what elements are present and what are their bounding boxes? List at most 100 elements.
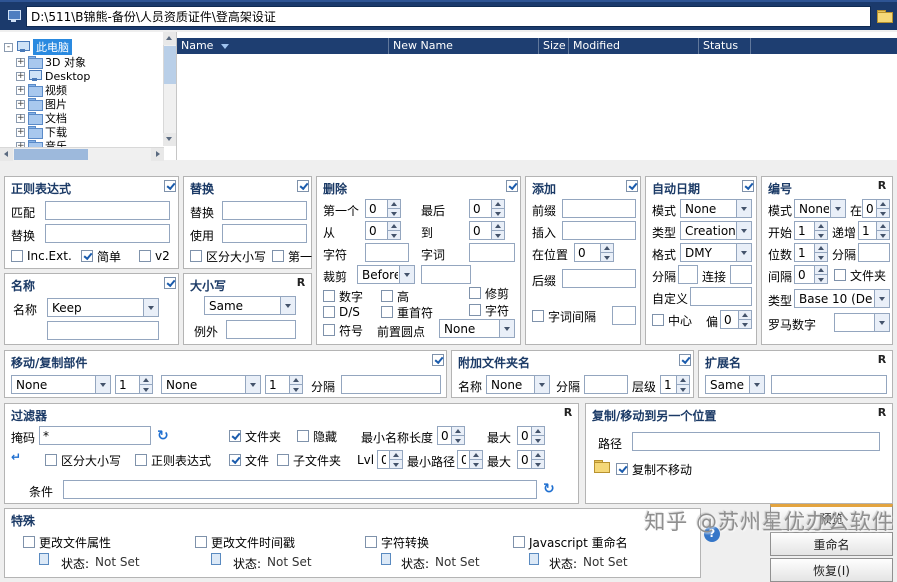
change-attributes-checkbox[interactable] bbox=[23, 536, 35, 548]
extension-fixed-input[interactable] bbox=[771, 375, 887, 394]
column-header-new-name[interactable]: New Name bbox=[389, 38, 539, 54]
spin-up-icon[interactable] bbox=[815, 244, 827, 252]
spinner-input[interactable] bbox=[518, 427, 531, 444]
first-only-option[interactable]: 第一 bbox=[272, 249, 312, 263]
remove-first-spinner[interactable] bbox=[365, 199, 401, 218]
spinner-input[interactable] bbox=[116, 376, 139, 393]
spin-down-icon[interactable] bbox=[815, 274, 827, 283]
date-custom-input[interactable] bbox=[690, 287, 752, 306]
trim-checkbox[interactable] bbox=[469, 287, 481, 299]
append-folder-separator-input[interactable] bbox=[584, 375, 628, 394]
remove-words-input[interactable] bbox=[469, 243, 515, 262]
spinner-input[interactable] bbox=[366, 200, 387, 217]
spin-down-icon[interactable] bbox=[470, 459, 482, 468]
center-checkbox[interactable] bbox=[652, 314, 664, 326]
case-reset-button[interactable]: R bbox=[294, 276, 308, 290]
level-spinner[interactable] bbox=[377, 450, 403, 469]
spin-up-icon[interactable] bbox=[739, 311, 751, 319]
spin-up-icon[interactable] bbox=[388, 200, 400, 208]
sort-arrow-icon[interactable] bbox=[221, 44, 229, 49]
collapse-icon[interactable]: - bbox=[4, 43, 13, 52]
regex-match-input[interactable] bbox=[45, 201, 170, 220]
spin-down-icon[interactable] bbox=[601, 252, 613, 261]
remove-enable-checkbox[interactable] bbox=[297, 180, 309, 192]
javascript-rename-option[interactable]: Javascript 重命名 bbox=[513, 535, 628, 549]
name-fixed-input[interactable] bbox=[47, 321, 159, 340]
tree-item-downloads[interactable]: + 下载 bbox=[16, 125, 67, 139]
date-type-select[interactable]: Creation (Curr bbox=[680, 221, 752, 240]
move-separator-input[interactable] bbox=[341, 375, 441, 394]
expand-icon[interactable]: + bbox=[16, 72, 25, 81]
tree-item-3d-objects[interactable]: + 3D 对象 bbox=[16, 55, 86, 69]
dropdown-arrow-icon[interactable] bbox=[499, 320, 514, 337]
column-header-size[interactable]: Size bbox=[539, 38, 569, 54]
spin-up-icon[interactable] bbox=[390, 451, 402, 459]
spin-down-icon[interactable] bbox=[877, 208, 889, 217]
column-header-modified[interactable]: Modified bbox=[569, 38, 699, 54]
destination-path-input[interactable] bbox=[632, 432, 880, 451]
crop-text-input[interactable] bbox=[421, 265, 471, 284]
start-spinner[interactable] bbox=[794, 221, 828, 240]
remove-to-spinner[interactable] bbox=[469, 221, 505, 240]
max-name-length-spinner[interactable] bbox=[517, 426, 545, 445]
spin-down-icon[interactable] bbox=[739, 319, 751, 328]
spinner-input[interactable] bbox=[470, 222, 491, 239]
spin-up-icon[interactable] bbox=[290, 376, 302, 384]
spin-up-icon[interactable] bbox=[815, 222, 827, 230]
include-extension-checkbox[interactable] bbox=[11, 250, 23, 262]
dropdown-arrow-icon[interactable] bbox=[830, 200, 845, 217]
copy-move-reset-button[interactable]: R bbox=[875, 406, 889, 420]
dropdown-arrow-icon[interactable] bbox=[534, 376, 549, 393]
double-spaces-option[interactable]: D/S bbox=[323, 305, 360, 319]
tree-item-label[interactable]: 此电脑 bbox=[33, 39, 72, 55]
date-separator-input[interactable] bbox=[678, 265, 698, 284]
dropdown-arrow-icon[interactable] bbox=[736, 222, 751, 239]
extension-enable-checkbox[interactable] bbox=[679, 354, 691, 366]
match-case-option[interactable]: 区分大小写 bbox=[190, 249, 266, 263]
path-input[interactable] bbox=[26, 6, 871, 27]
character-translation-checkbox[interactable] bbox=[365, 536, 377, 548]
column-header-status[interactable]: Status bbox=[699, 38, 751, 54]
replace-enable-checkbox[interactable] bbox=[164, 180, 176, 192]
spin-up-icon[interactable] bbox=[877, 200, 889, 208]
suffix-input[interactable] bbox=[562, 269, 636, 288]
expand-icon[interactable]: + bbox=[16, 128, 25, 137]
max-path-length-spinner[interactable] bbox=[517, 450, 545, 469]
filters-reset-button[interactable]: R bbox=[561, 406, 575, 420]
remove-chars-input[interactable] bbox=[365, 243, 409, 262]
spinner-input[interactable] bbox=[470, 200, 491, 217]
spin-down-icon[interactable] bbox=[390, 459, 402, 468]
dropdown-arrow-icon[interactable] bbox=[245, 376, 260, 393]
auto-date-enable-checkbox[interactable] bbox=[626, 180, 638, 192]
simple-checkbox[interactable] bbox=[81, 250, 93, 262]
spin-down-icon[interactable] bbox=[388, 230, 400, 239]
symbols-checkbox[interactable] bbox=[323, 324, 335, 336]
spinner-input[interactable] bbox=[378, 451, 389, 468]
dropdown-arrow-icon[interactable] bbox=[736, 200, 751, 217]
subfolders-checkbox[interactable] bbox=[277, 454, 289, 466]
first-only-checkbox[interactable] bbox=[272, 250, 284, 262]
dropdown-arrow-icon[interactable] bbox=[399, 266, 414, 283]
filter-match-case-checkbox[interactable] bbox=[45, 454, 57, 466]
chars-option[interactable]: 字符 bbox=[469, 303, 509, 317]
crop-mode-select[interactable]: Before bbox=[357, 265, 415, 284]
accents-option[interactable]: 重首符 bbox=[381, 305, 433, 319]
remove-last-spinner[interactable] bbox=[469, 199, 505, 218]
move-to-select[interactable]: None bbox=[161, 375, 261, 394]
tree-vertical-scrollbar[interactable] bbox=[163, 32, 176, 146]
refresh-condition-icon[interactable]: ↻ bbox=[543, 481, 555, 497]
scroll-down-icon[interactable] bbox=[163, 133, 176, 146]
numbering-at-spinner[interactable] bbox=[862, 199, 890, 218]
spin-up-icon[interactable] bbox=[532, 427, 544, 435]
simple-option[interactable]: 简单 bbox=[81, 249, 121, 263]
scroll-left-icon[interactable] bbox=[0, 148, 13, 161]
expand-icon[interactable]: + bbox=[16, 58, 25, 67]
refresh-filter-icon[interactable]: ↻ bbox=[157, 428, 169, 444]
spinner-input[interactable] bbox=[575, 244, 600, 261]
folders-option[interactable]: 文件夹 bbox=[229, 429, 281, 443]
spin-up-icon[interactable] bbox=[601, 244, 613, 252]
levels-spinner[interactable] bbox=[660, 375, 690, 394]
files-checkbox[interactable] bbox=[229, 454, 241, 466]
numbering-enable-checkbox[interactable] bbox=[742, 180, 754, 192]
spin-down-icon[interactable] bbox=[815, 230, 827, 239]
